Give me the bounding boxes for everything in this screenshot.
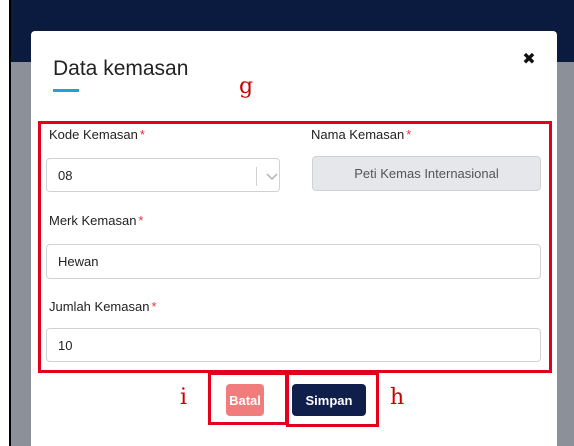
modal-title: Data kemasan [53,57,189,80]
annotation-g: g [239,74,254,99]
backdrop-right [557,62,574,446]
backdrop-left [9,62,31,446]
backdrop-edge [9,0,11,446]
close-icon[interactable]: ✖ [520,50,538,68]
annotation-h: h [390,385,405,410]
title-underline [53,89,79,92]
annotation-box-h [286,372,379,427]
annotation-box-i [208,372,288,425]
annotation-box-g [38,121,552,373]
annotation-i: i [180,385,188,410]
